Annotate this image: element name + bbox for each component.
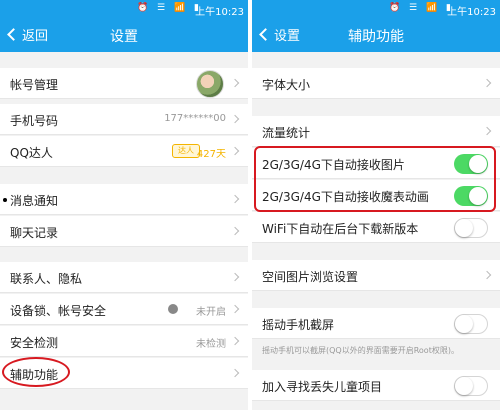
row-shake: 摇动手机截屏 — [252, 308, 500, 339]
unread-dot — [3, 198, 7, 202]
highlight-oval — [2, 357, 70, 387]
daren-badge-icon: 达人 — [172, 144, 200, 158]
avatar — [196, 70, 224, 98]
row-label: WiFi下自动在后台下载新版本 — [262, 222, 419, 236]
row-traffic[interactable]: 流量统计 — [252, 116, 500, 147]
chevron-right-icon — [230, 78, 240, 88]
shake-toggle[interactable] — [454, 314, 488, 334]
status-icons: ⏰ ☰ 📶 ▮ — [388, 3, 454, 13]
chevron-right-icon — [230, 304, 240, 314]
chevron-right-icon — [230, 226, 240, 236]
toggle-knob — [455, 219, 473, 237]
row-contacts[interactable]: 联系人、隐私 — [0, 262, 248, 293]
nav-bar: 设置 辅助功能 — [252, 18, 500, 52]
chevron-right-icon — [230, 114, 240, 124]
status-bar: ⏰ ☰ 📶 ▮ 上午10:23 — [252, 0, 500, 18]
row-chat[interactable]: 聊天记录 — [0, 216, 248, 247]
settings-screen: ⏰ ☰ 📶 ▮ 上午10:23 返回 设置 帐号管理 手机号码 177*****… — [0, 0, 248, 410]
row-label: 空间图片浏览设置 — [262, 270, 359, 284]
toggle-knob — [455, 377, 473, 395]
row-label: 安全检测 — [10, 336, 59, 350]
row-notify[interactable]: 消息通知 — [0, 184, 248, 215]
row-device[interactable]: 设备锁、帐号安全 未开启 — [0, 294, 248, 325]
accessibility-screen: ⏰ ☰ 📶 ▮ 上午10:23 设置 辅助功能 字体大小 流量统计 2G/3G/… — [252, 0, 500, 410]
row-label: 摇动手机截屏 — [262, 318, 335, 332]
child-toggle[interactable] — [454, 376, 488, 396]
lock-icon — [168, 304, 178, 314]
page-title: 辅助功能 — [348, 29, 404, 45]
page-title: 设置 — [110, 29, 138, 45]
device-value: 未开启 — [196, 307, 226, 318]
nav-bar: 返回 设置 — [0, 18, 248, 52]
phone-value: 177******00 — [164, 113, 226, 124]
chevron-right-icon — [230, 146, 240, 156]
chevron-right-icon — [230, 272, 240, 282]
chevron-right-icon — [482, 126, 492, 136]
row-label: 消息通知 — [10, 194, 59, 208]
shake-hint: 摇动手机可以截屏(QQ以外的界面需要开启Root权限)。 — [262, 346, 459, 355]
row-account[interactable]: 帐号管理 — [0, 68, 248, 99]
chevron-right-icon — [230, 336, 240, 346]
wifi-update-toggle[interactable] — [454, 218, 488, 238]
row-child: 加入寻找丢失儿童项目 — [252, 370, 500, 401]
highlight-box — [254, 146, 496, 212]
row-label: 设备锁、帐号安全 — [10, 304, 107, 318]
security-value: 未检测 — [196, 339, 226, 350]
status-time: 上午10:23 — [447, 7, 496, 18]
chevron-right-icon — [230, 194, 240, 204]
row-wifi-update: WiFi下自动在后台下载新版本 — [252, 212, 500, 243]
row-qq-daren[interactable]: QQ达人 达人 427天 — [0, 136, 248, 167]
row-label: 联系人、隐私 — [10, 272, 83, 286]
daren-days: 427天 — [196, 149, 226, 160]
status-time: 上午10:23 — [195, 7, 244, 18]
screenshot: ⏰ ☰ 📶 ▮ 上午10:23 返回 设置 帐号管理 手机号码 177*****… — [0, 0, 500, 410]
toggle-knob — [455, 315, 473, 333]
status-icons: ⏰ ☰ 📶 ▮ — [136, 3, 202, 13]
row-phone[interactable]: 手机号码 177******00 — [0, 104, 248, 135]
status-bar: ⏰ ☰ 📶 ▮ 上午10:23 — [0, 0, 248, 18]
row-label: 加入寻找丢失儿童项目 — [262, 380, 383, 394]
chevron-right-icon — [482, 78, 492, 88]
row-label: 聊天记录 — [10, 226, 59, 240]
chevron-right-icon — [482, 270, 492, 280]
row-font-size[interactable]: 字体大小 — [252, 68, 500, 99]
row-space-browse[interactable]: 空间图片浏览设置 — [252, 260, 500, 291]
row-label: 流量统计 — [262, 126, 311, 140]
row-label: 字体大小 — [262, 78, 311, 92]
row-security[interactable]: 安全检测 未检测 — [0, 326, 248, 357]
row-label: QQ达人 — [10, 146, 53, 160]
row-label: 帐号管理 — [10, 78, 59, 92]
chevron-right-icon — [230, 368, 240, 378]
row-label: 手机号码 — [10, 114, 59, 128]
